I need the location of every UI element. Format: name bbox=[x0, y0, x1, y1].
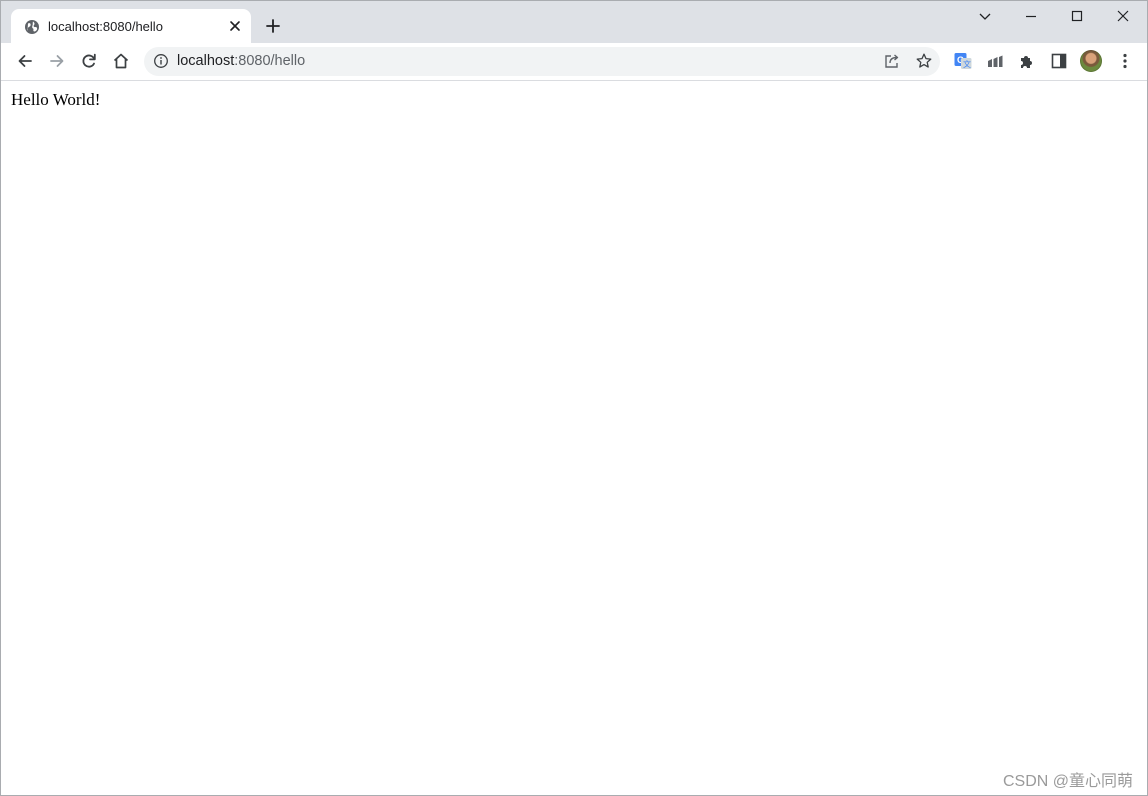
svg-text:文: 文 bbox=[963, 59, 971, 69]
url-text[interactable]: localhost:8080/hello bbox=[177, 53, 305, 69]
maximize-icon[interactable] bbox=[1065, 5, 1089, 27]
back-arrow-icon[interactable] bbox=[13, 49, 37, 73]
side-panel-icon[interactable] bbox=[1047, 49, 1071, 73]
tab-strip: localhost:8080/hello bbox=[1, 1, 1147, 43]
home-icon[interactable] bbox=[109, 49, 133, 73]
hello-world-text: Hello World! bbox=[11, 90, 101, 109]
forward-arrow-icon[interactable] bbox=[45, 49, 69, 73]
tab-close-icon[interactable] bbox=[227, 18, 243, 34]
reload-icon[interactable] bbox=[77, 49, 101, 73]
info-icon[interactable] bbox=[153, 53, 169, 69]
minimize-icon[interactable] bbox=[1019, 5, 1043, 27]
address-bar[interactable]: localhost:8080/hello bbox=[144, 47, 940, 76]
csdn-watermark: CSDN @童心同萌 bbox=[1002, 773, 1133, 790]
browser-window: localhost:8080/hello localhost:8080/hell… bbox=[0, 0, 1148, 796]
bookmark-star-icon[interactable] bbox=[914, 51, 934, 71]
share-icon[interactable] bbox=[882, 51, 902, 71]
toolbar: localhost:8080/hello G 文 bbox=[1, 43, 1147, 81]
close-icon[interactable] bbox=[1111, 5, 1135, 27]
profile-avatar[interactable] bbox=[1080, 50, 1102, 72]
analytics-icon[interactable] bbox=[983, 49, 1007, 73]
translate-icon[interactable]: G 文 bbox=[951, 49, 975, 73]
tab-title: localhost:8080/hello bbox=[48, 19, 163, 34]
url-host: localhost bbox=[177, 53, 235, 69]
kebab-menu-icon[interactable] bbox=[1113, 49, 1137, 73]
new-tab-plus-icon[interactable] bbox=[263, 16, 283, 36]
url-path: :8080/hello bbox=[234, 53, 306, 69]
active-tab[interactable]: localhost:8080/hello bbox=[11, 9, 251, 43]
extensions-puzzle-icon[interactable] bbox=[1015, 49, 1039, 73]
tab-search-icon[interactable] bbox=[973, 5, 997, 27]
page-content: Hello World! CSDN @童心同萌 bbox=[1, 81, 1147, 795]
globe-icon bbox=[24, 19, 40, 35]
